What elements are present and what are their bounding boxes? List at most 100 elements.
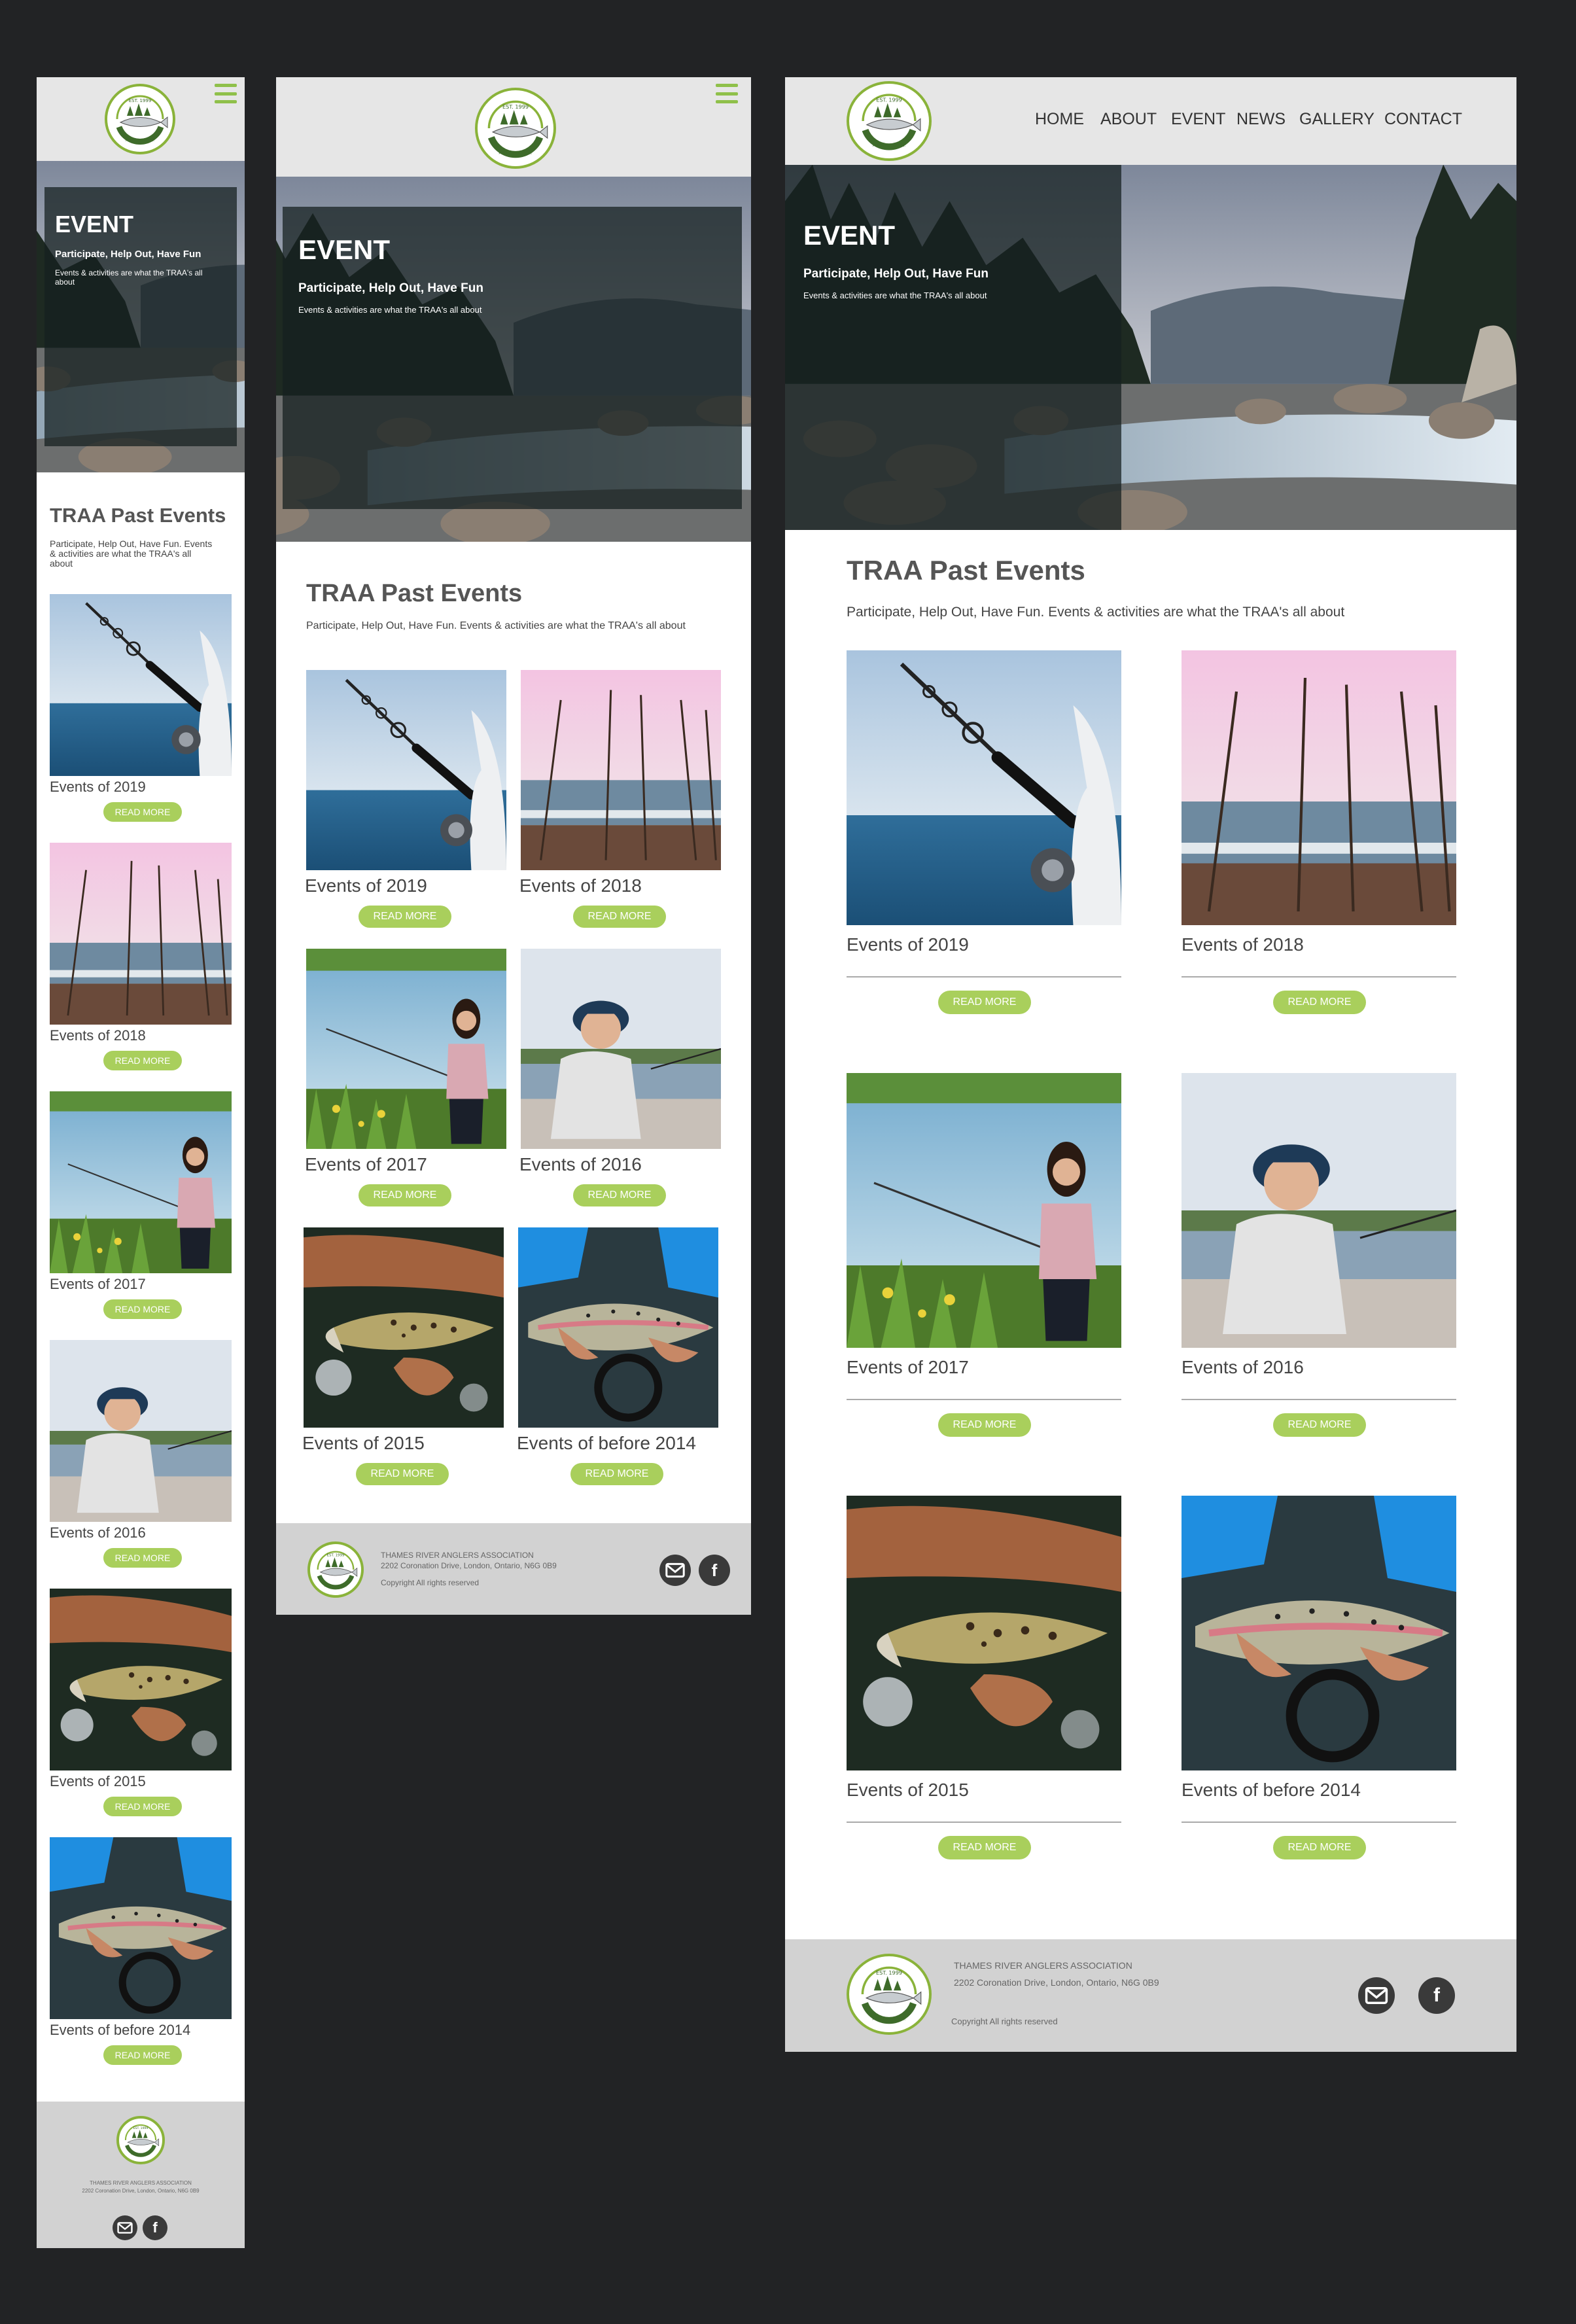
- event-title: Events of 2015: [302, 1433, 425, 1453]
- event-title: Events of before 2014: [1182, 1780, 1361, 1800]
- nav-gallery[interactable]: GALLERY: [1299, 110, 1375, 129]
- mail-icon[interactable]: [659, 1555, 691, 1586]
- event-card: Events of 2018 READ MORE: [50, 843, 233, 1085]
- read-more-button[interactable]: READ MORE: [570, 1463, 663, 1485]
- event-divider: [1182, 1822, 1456, 1823]
- footer-org-name: THAMES RIVER ANGLERS ASSOCIATION: [954, 1960, 1132, 1971]
- hamburger-icon[interactable]: [716, 84, 738, 103]
- section-subtitle: Participate, Help Out, Have Fun. Events …: [50, 538, 213, 569]
- footer-logo[interactable]: [847, 1954, 932, 2035]
- facebook-icon[interactable]: f: [1418, 1977, 1455, 2014]
- event-title: Events of 2016: [519, 1154, 642, 1174]
- event-photo[interactable]: [1182, 1496, 1456, 1770]
- read-more-button[interactable]: READ MORE: [103, 2045, 182, 2065]
- event-title: Events of 2015: [847, 1780, 969, 1800]
- event-photo[interactable]: [306, 670, 506, 870]
- event-card: Events of 2017 READ MORE: [847, 1073, 1121, 1439]
- desktop-frame: HOME ABOUT EVENT NEWS GALLERY CONTACT EV…: [785, 77, 1516, 2052]
- event-title: Events of 2016: [1182, 1357, 1304, 1377]
- event-photo[interactable]: [847, 650, 1121, 925]
- desktop-footer: THAMES RIVER ANGLERS ASSOCIATION 2202 Co…: [785, 1939, 1516, 2052]
- nav-home[interactable]: HOME: [1035, 110, 1084, 129]
- nav-about[interactable]: ABOUT: [1100, 110, 1157, 129]
- event-photo[interactable]: [50, 594, 232, 776]
- facebook-icon[interactable]: f: [143, 2215, 167, 2240]
- event-title: Events of 2017: [50, 1276, 146, 1292]
- event-photo[interactable]: [847, 1496, 1121, 1770]
- event-photo[interactable]: [50, 1091, 232, 1273]
- brand-logo[interactable]: [847, 81, 932, 161]
- read-more-button[interactable]: READ MORE: [938, 991, 1031, 1014]
- nav-event[interactable]: EVENT: [1171, 110, 1225, 129]
- nav-contact[interactable]: CONTACT: [1384, 110, 1462, 129]
- event-photo[interactable]: [50, 843, 232, 1025]
- event-photo[interactable]: [50, 1589, 232, 1770]
- mobile-footer: THAMES RIVER ANGLERS ASSOCIATION 2202 Co…: [37, 2102, 245, 2248]
- facebook-icon[interactable]: f: [699, 1555, 730, 1586]
- facebook-glyph: f: [711, 1560, 718, 1580]
- footer-logo[interactable]: [307, 1541, 364, 1598]
- event-title: Events of before 2014: [517, 1433, 696, 1453]
- read-more-button[interactable]: READ MORE: [573, 906, 666, 928]
- event-card: Events of 2019 READ MORE: [50, 594, 233, 836]
- nav-news[interactable]: NEWS: [1236, 110, 1286, 129]
- event-divider: [1182, 976, 1456, 977]
- hero-tagline: Participate, Help Out, Have Fun: [298, 281, 483, 295]
- footer-copyright: Copyright All rights reserved: [951, 2016, 1058, 2026]
- mobile-header: [37, 77, 245, 161]
- event-card: Events of 2018 READ MORE: [1182, 650, 1456, 1017]
- read-more-button[interactable]: READ MORE: [1273, 991, 1366, 1014]
- event-photo[interactable]: [304, 1227, 504, 1428]
- mail-icon[interactable]: [1358, 1977, 1395, 2014]
- event-card: Events of 2019 READ MORE: [305, 670, 506, 932]
- section-subtitle: Participate, Help Out, Have Fun. Events …: [306, 620, 686, 631]
- event-photo[interactable]: [847, 1073, 1121, 1348]
- read-more-button[interactable]: READ MORE: [938, 1836, 1031, 1859]
- read-more-button[interactable]: READ MORE: [103, 1797, 182, 1816]
- section-title: TRAA Past Events: [847, 555, 1085, 586]
- read-more-button[interactable]: READ MORE: [359, 906, 451, 928]
- event-photo[interactable]: [518, 1227, 718, 1428]
- event-photo[interactable]: [521, 949, 721, 1149]
- hamburger-icon[interactable]: [215, 84, 237, 103]
- event-title: Events of 2019: [847, 934, 969, 955]
- brand-logo[interactable]: [475, 88, 556, 169]
- read-more-button[interactable]: READ MORE: [103, 1548, 182, 1568]
- event-photo[interactable]: [1182, 650, 1456, 925]
- section-title: TRAA Past Events: [50, 504, 226, 527]
- event-title: Events of 2017: [847, 1357, 969, 1377]
- event-card: Events of before 2014 READ MORE: [50, 1837, 233, 2079]
- footer-logo[interactable]: [116, 2116, 165, 2164]
- event-card: Events of 2017 READ MORE: [50, 1091, 233, 1333]
- event-title: Events of 2015: [50, 1773, 146, 1789]
- event-title: Events of before 2014: [50, 2022, 191, 2038]
- read-more-button[interactable]: READ MORE: [356, 1463, 449, 1485]
- read-more-button[interactable]: READ MORE: [359, 1184, 451, 1206]
- read-more-button[interactable]: READ MORE: [1273, 1836, 1366, 1859]
- brand-logo[interactable]: [105, 84, 175, 154]
- read-more-button[interactable]: READ MORE: [103, 802, 182, 822]
- tablet-footer: THAMES RIVER ANGLERS ASSOCIATION 2202 Co…: [276, 1523, 751, 1615]
- event-title: Events of 2017: [305, 1154, 427, 1174]
- event-title: Events of 2019: [50, 779, 146, 795]
- event-photo[interactable]: [521, 670, 721, 870]
- event-photo[interactable]: [50, 1340, 232, 1522]
- mail-icon[interactable]: [113, 2215, 137, 2240]
- event-photo[interactable]: [306, 949, 506, 1149]
- read-more-button[interactable]: READ MORE: [1273, 1413, 1366, 1437]
- event-photo[interactable]: [1182, 1073, 1456, 1348]
- event-photo[interactable]: [50, 1837, 232, 2019]
- event-title: Events of 2018: [50, 1027, 146, 1044]
- event-card: Events of 2016 READ MORE: [50, 1340, 233, 1582]
- event-card: Events of 2016 READ MORE: [1182, 1073, 1456, 1439]
- event-card: Events of 2015 READ MORE: [302, 1227, 504, 1489]
- event-divider: [847, 976, 1121, 977]
- mobile-frame: EVENT Participate, Help Out, Have Fun Ev…: [37, 77, 245, 2248]
- read-more-button[interactable]: READ MORE: [573, 1184, 666, 1206]
- read-more-button[interactable]: READ MORE: [103, 1051, 182, 1070]
- read-more-button[interactable]: READ MORE: [103, 1299, 182, 1319]
- event-divider: [847, 1399, 1121, 1400]
- footer-address: 2202 Coronation Drive, London, Ontario, …: [381, 1561, 557, 1570]
- read-more-button[interactable]: READ MORE: [938, 1413, 1031, 1437]
- event-card: Events of 2015 READ MORE: [847, 1496, 1121, 1862]
